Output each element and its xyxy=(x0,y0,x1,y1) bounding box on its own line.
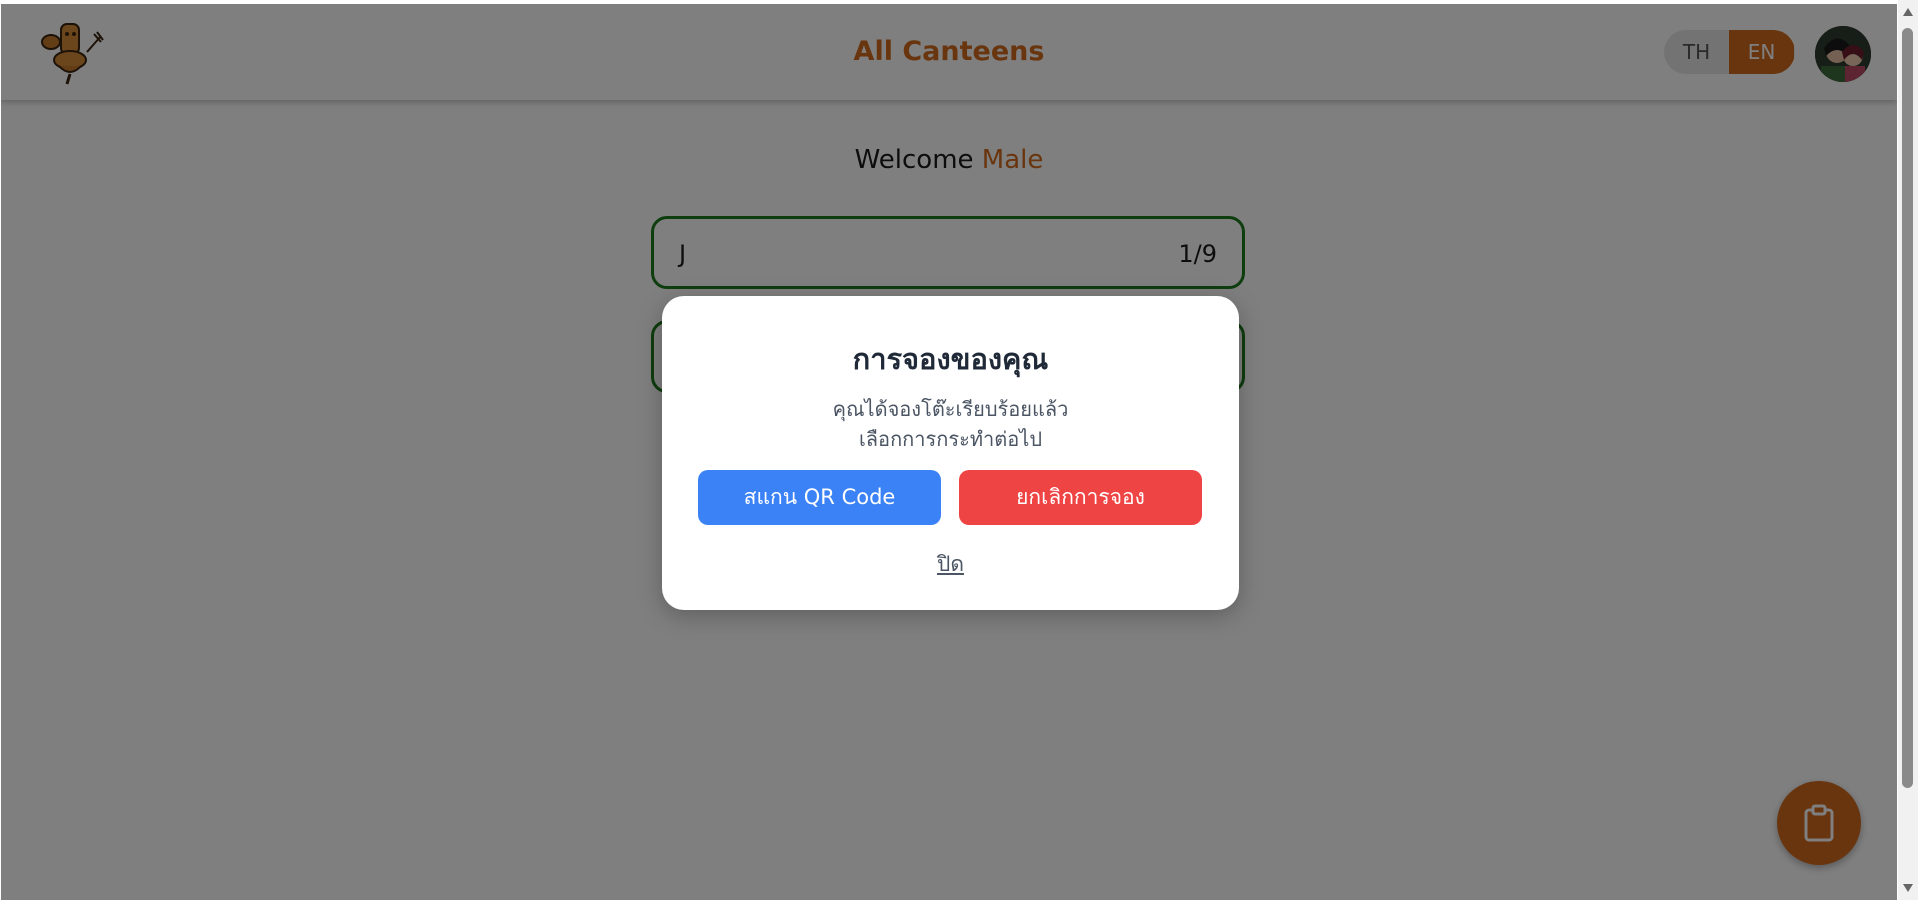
scrollbar-thumb[interactable] xyxy=(1902,28,1913,788)
scroll-up-arrow-icon[interactable] xyxy=(1903,8,1913,16)
scan-qr-button[interactable]: สแกน QR Code xyxy=(698,470,941,525)
cancel-reservation-button[interactable]: ยกเลิกการจอง xyxy=(959,470,1202,525)
dialog-message: คุณได้จองโต๊ะเรียบร้อยแล้ว เลือกการกระทำ… xyxy=(662,394,1239,454)
scroll-down-arrow-icon[interactable] xyxy=(1903,884,1913,892)
dialog-message-line2: เลือกการกระทำต่อไป xyxy=(858,427,1043,451)
dialog-title: การจองของคุณ xyxy=(852,342,1049,376)
reservation-dialog: การจองของคุณ คุณได้จองโต๊ะเรียบร้อยแล้ว … xyxy=(662,296,1239,610)
close-dialog-link[interactable]: ปิด xyxy=(662,548,1239,581)
page: All Canteens TH EN Welcome Male J 1/9 xyxy=(1,4,1897,900)
dialog-message-line1: คุณได้จองโต๊ะเรียบร้อยแล้ว xyxy=(832,397,1069,421)
vertical-scrollbar[interactable] xyxy=(1898,0,1918,900)
